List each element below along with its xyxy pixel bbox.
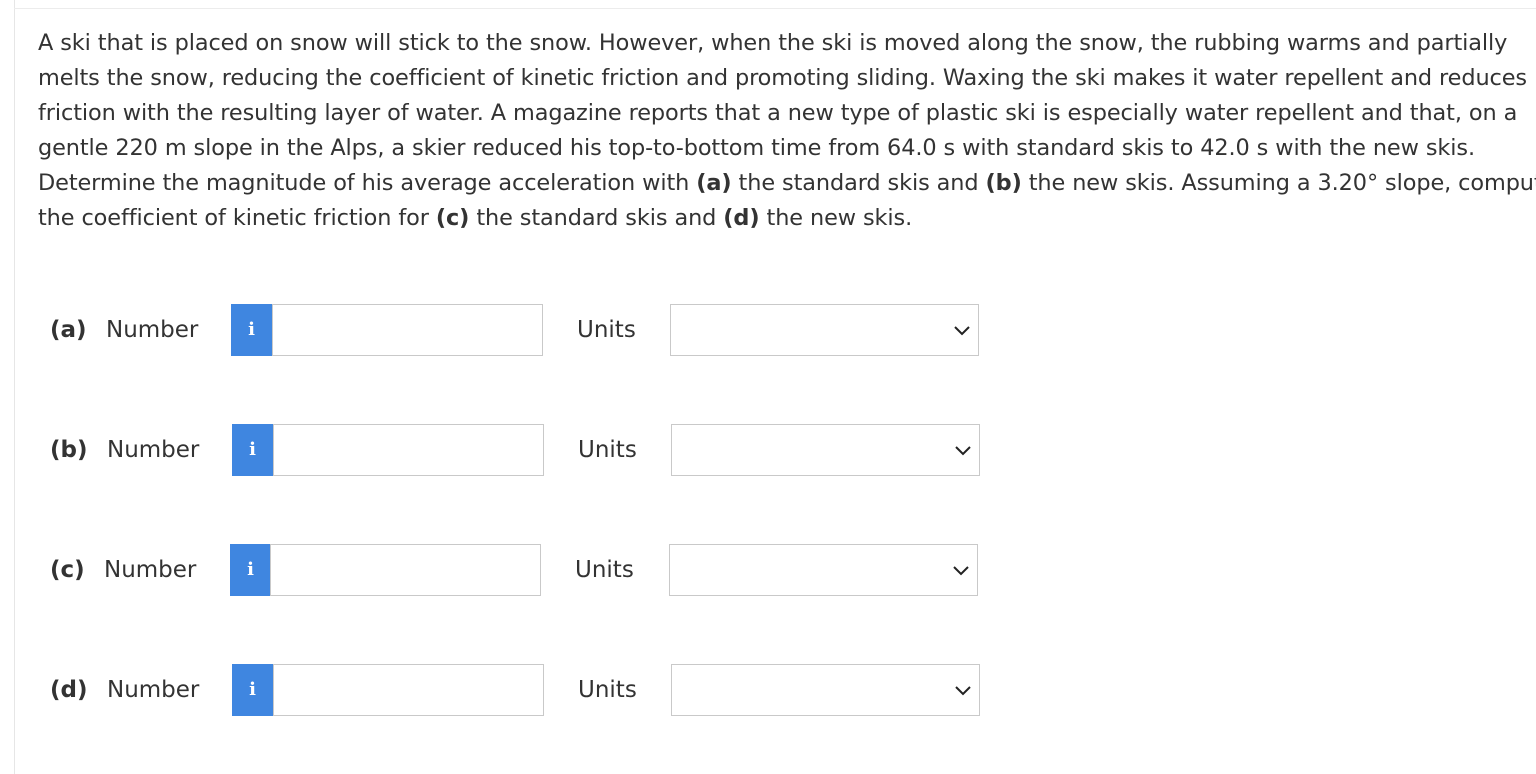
answer-row-a: (a) Number i Units xyxy=(0,304,1000,356)
part-label-c: (c) xyxy=(50,557,85,583)
units-label-a: Units xyxy=(577,317,636,343)
question-page: A ski that is placed on snow will stick … xyxy=(0,0,1536,774)
units-label-d: Units xyxy=(578,677,637,703)
number-label-d: Number xyxy=(107,677,200,703)
units-label-c: Units xyxy=(575,557,634,583)
question-text-run: friction with the resulting layer of wat… xyxy=(38,100,1518,126)
question-text-run: gentle 220 m slope in the Alps, a skier … xyxy=(38,135,1475,161)
top-divider xyxy=(14,8,1536,9)
question-text-run: Determine the magnitude of his average a… xyxy=(38,170,697,196)
answer-row-c: (c) Number i Units xyxy=(0,544,1000,596)
question-line: gentle 220 m slope in the Alps, a skier … xyxy=(38,131,1518,166)
info-icon[interactable]: i xyxy=(232,664,273,716)
info-icon[interactable]: i xyxy=(231,304,272,356)
question-part-ref: (a) xyxy=(696,170,732,196)
units-select-a[interactable] xyxy=(670,304,979,356)
number-label-a: Number xyxy=(106,317,199,343)
question-text-run: A ski that is placed on snow will stick … xyxy=(38,30,1508,56)
question-text-run: the coefficient of kinetic friction for xyxy=(38,205,436,231)
number-label-b: Number xyxy=(107,437,200,463)
answer-row-d: (d) Number i Units xyxy=(0,664,1000,716)
info-icon[interactable]: i xyxy=(230,544,271,596)
number-input-d[interactable] xyxy=(273,664,544,716)
number-input-c[interactable] xyxy=(270,544,541,596)
left-divider xyxy=(14,0,15,774)
question-part-ref: (c) xyxy=(435,205,470,231)
question-text-run: the standard skis and xyxy=(469,205,724,231)
units-select-c[interactable] xyxy=(669,544,978,596)
part-label-a: (a) xyxy=(50,317,87,343)
question-text-run: melts the snow, reducing the coefficient… xyxy=(38,65,1528,91)
question-line: the coefficient of kinetic friction for … xyxy=(38,201,1518,236)
question-text-run: the standard skis and xyxy=(731,170,986,196)
question-line: friction with the resulting layer of wat… xyxy=(38,96,1518,131)
number-input-a[interactable] xyxy=(272,304,543,356)
chevron-down-icon xyxy=(953,566,969,576)
question-text-run: the new skis. xyxy=(759,205,913,231)
question-part-ref: (b) xyxy=(985,170,1022,196)
question-text: A ski that is placed on snow will stick … xyxy=(38,26,1536,236)
chevron-down-icon xyxy=(955,686,971,696)
units-label-b: Units xyxy=(578,437,637,463)
units-select-b[interactable] xyxy=(671,424,980,476)
answer-row-b: (b) Number i Units xyxy=(0,424,1000,476)
question-line: melts the snow, reducing the coefficient… xyxy=(38,61,1527,96)
number-input-b[interactable] xyxy=(273,424,544,476)
info-icon[interactable]: i xyxy=(232,424,273,476)
units-select-d[interactable] xyxy=(671,664,980,716)
chevron-down-icon xyxy=(955,446,971,456)
question-part-ref: (d) xyxy=(723,205,760,231)
chevron-down-icon xyxy=(954,326,970,336)
question-line: Determine the magnitude of his average a… xyxy=(38,166,1536,201)
question-text-run: the new skis. Assuming a 3.20° slope, co… xyxy=(1021,170,1536,196)
part-label-d: (d) xyxy=(50,677,88,703)
question-line: A ski that is placed on snow will stick … xyxy=(38,26,1518,61)
number-label-c: Number xyxy=(104,557,197,583)
part-label-b: (b) xyxy=(50,437,88,463)
